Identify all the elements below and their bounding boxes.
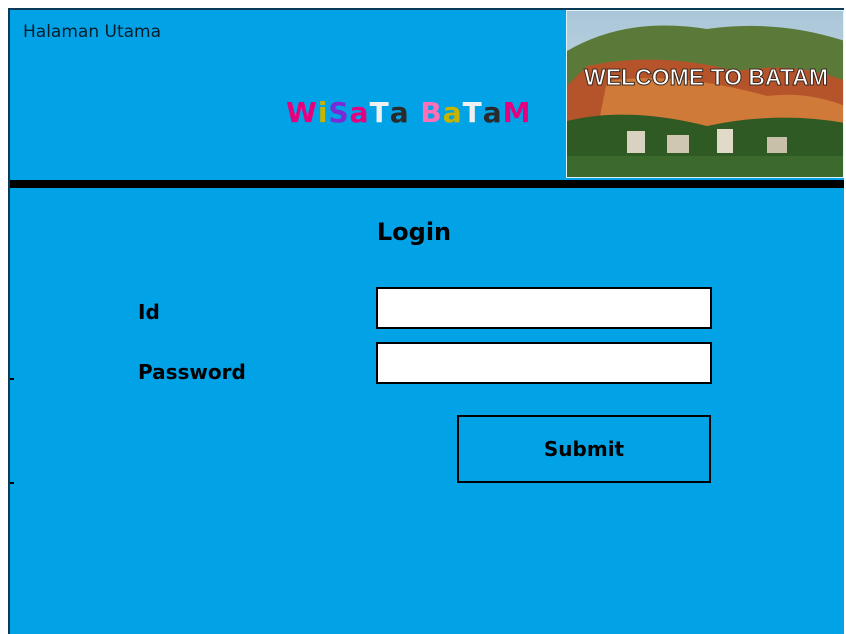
- banner-text: WELCOME TO BATAM: [584, 64, 828, 90]
- logo-letter: B: [420, 96, 443, 129]
- password-input[interactable]: [376, 342, 712, 384]
- logo-letter: [410, 96, 421, 129]
- logo-letter: a: [442, 96, 463, 129]
- app-window: Halaman Utama WiSaTa BaTaM WELCOME TO BA…: [8, 8, 844, 634]
- submit-button[interactable]: Submit: [457, 415, 711, 483]
- page-header: Halaman Utama WiSaTa BaTaM WELCOME TO BA…: [10, 10, 844, 180]
- logo-letter: S: [328, 96, 350, 129]
- left-edge-mark: [10, 482, 14, 484]
- logo-letter: a: [349, 96, 370, 129]
- logo-letter: T: [462, 96, 483, 129]
- left-edge-mark: [10, 378, 14, 380]
- logo-letter: W: [286, 96, 318, 129]
- logo-letter: a: [482, 96, 503, 129]
- home-link[interactable]: Halaman Utama: [23, 22, 161, 42]
- id-input[interactable]: [376, 287, 712, 329]
- site-logo-text: WiSaTa BaTaM: [286, 96, 531, 129]
- logo-letter: a: [389, 96, 410, 129]
- id-label: Id: [138, 300, 160, 324]
- login-title: Login: [376, 218, 452, 246]
- welcome-banner-image: WELCOME TO BATAM: [566, 10, 844, 178]
- header-divider: [10, 180, 844, 188]
- password-label: Password: [138, 360, 246, 384]
- logo-letter: M: [502, 96, 532, 129]
- logo-letter: i: [317, 96, 329, 129]
- logo-letter: T: [369, 96, 390, 129]
- banner-photo: WELCOME TO BATAM: [567, 11, 843, 177]
